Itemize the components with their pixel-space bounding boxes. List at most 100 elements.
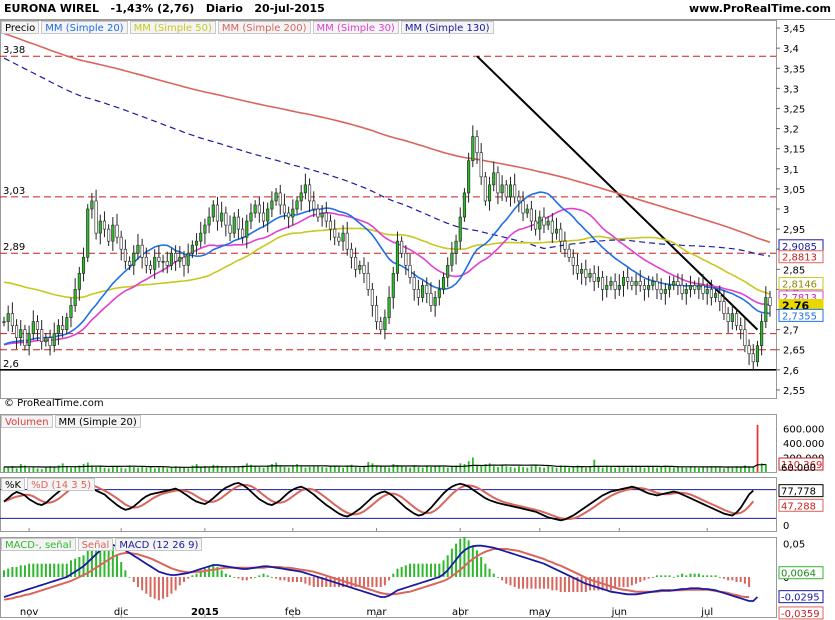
legend-sma20[interactable]: MM (Simple 20) [41,21,128,34]
volume-bar [547,466,550,472]
macd-hist-bar [635,577,638,584]
macd-hist-bar [270,577,273,578]
macd-hist-bar [15,567,18,577]
legend-macd-hist[interactable]: MACD-, señal [1,538,76,551]
volume-bar [392,464,395,472]
candle-body [496,172,500,194]
macd-hist-bar [400,567,403,577]
volume-bar [681,466,684,472]
legend-sma50[interactable]: MM (Simple 50) [129,21,216,34]
legend-volume-sma[interactable]: MM (Simple 20) [54,415,141,428]
volume-bar [509,466,512,472]
candle-body [395,240,400,274]
volume-bar [685,467,688,472]
volume-bar [166,468,169,472]
candle-body [747,345,751,355]
candle-body [362,264,366,274]
candle-body [236,216,240,230]
volume-bar [15,468,18,472]
candle-body [709,289,713,298]
volume-bar [237,466,240,472]
macd-hist-bar [501,577,504,581]
legend-signal[interactable]: Señal [77,538,114,551]
macd-hist-bar [233,577,236,578]
macd-hist-tag: 0,0064 [781,569,816,580]
macd-hist-bar [660,575,663,577]
legend-sma30[interactable]: MM (Simple 30) [312,21,399,34]
candle-body [605,285,609,290]
volume-bar [187,468,190,472]
macd-hist-bar [643,577,646,581]
legend-d[interactable]: %D (14 3 5) [27,478,96,491]
volume-bar [639,466,642,472]
candle-body [186,252,190,266]
candle-body [722,301,726,314]
volume-bar [626,467,629,472]
candle-body [199,232,203,242]
legend-k[interactable]: %K [1,478,26,491]
volume-bar [317,465,319,472]
stoch-d-tag: 47,288 [781,501,816,512]
candle-body [638,281,642,286]
price-tag-sma20: 2,7355 [782,311,817,322]
candle-body [295,200,299,210]
volume-bar [651,466,654,472]
volume-bar [191,465,194,472]
volume-bar [400,466,403,472]
volume-bar [501,465,504,472]
macd-hist-bar [241,577,244,581]
volume-bar [103,467,106,472]
volume-bar [141,466,144,472]
candle-body [705,289,709,294]
legend-volume[interactable]: Volumen [1,415,53,428]
candle-body [102,220,107,230]
macd-hist-bar [446,555,449,577]
volume-bar [668,466,671,472]
volume-bar [714,466,717,472]
macd-hist-bar [49,563,52,577]
volume-bar [698,467,700,472]
volume-bar [555,467,558,472]
volume-bar [505,466,508,472]
price-change: -1,43% (2,76) [110,2,195,15]
macd-hist-bar [287,577,290,582]
macd-hist-bar [132,577,135,582]
candle-body [333,228,337,238]
macd-hist-bar [57,563,60,577]
macd-hist-bar [509,577,512,586]
candle-body [458,216,462,242]
candle-body [391,273,395,298]
volume-bar [304,467,307,472]
stoch-k-tag: 77,778 [781,487,816,498]
candle-body [538,216,542,230]
macd-hist-bar [676,575,679,577]
volume-bar [124,468,127,472]
macd-hist-bar [697,573,700,577]
legend-sma200[interactable]: MM (Simple 200) [217,21,311,34]
candle-body [483,176,487,202]
volume-bar [597,466,600,472]
volume-bar [543,467,545,472]
volume-bar [451,466,453,472]
candle-body [462,192,466,218]
price-legend: Precio MM (Simple 20) MM (Simple 50) MM … [1,21,496,34]
macd-hist-bar [23,565,26,577]
candle-body [291,208,295,218]
legend-sma130[interactable]: MM (Simple 130) [400,21,494,34]
macd-hist-bar [555,577,558,591]
candle-body [404,252,408,266]
candle-body [253,204,257,214]
volume-bar [82,464,85,472]
volume-bar [718,467,721,472]
macd-hist-bar [580,577,583,592]
macd-hist-bar [551,577,554,591]
legend-price[interactable]: Precio [1,21,40,34]
candle-body [354,256,358,270]
candle-body [534,220,538,230]
site-url[interactable]: www.ProRealTime.com [689,2,831,15]
legend-macd[interactable]: MACD (12 26 9) [115,538,203,551]
candle-body [479,152,483,178]
candle-body [697,285,701,290]
candle-body [575,264,580,274]
candle-body [659,289,663,294]
